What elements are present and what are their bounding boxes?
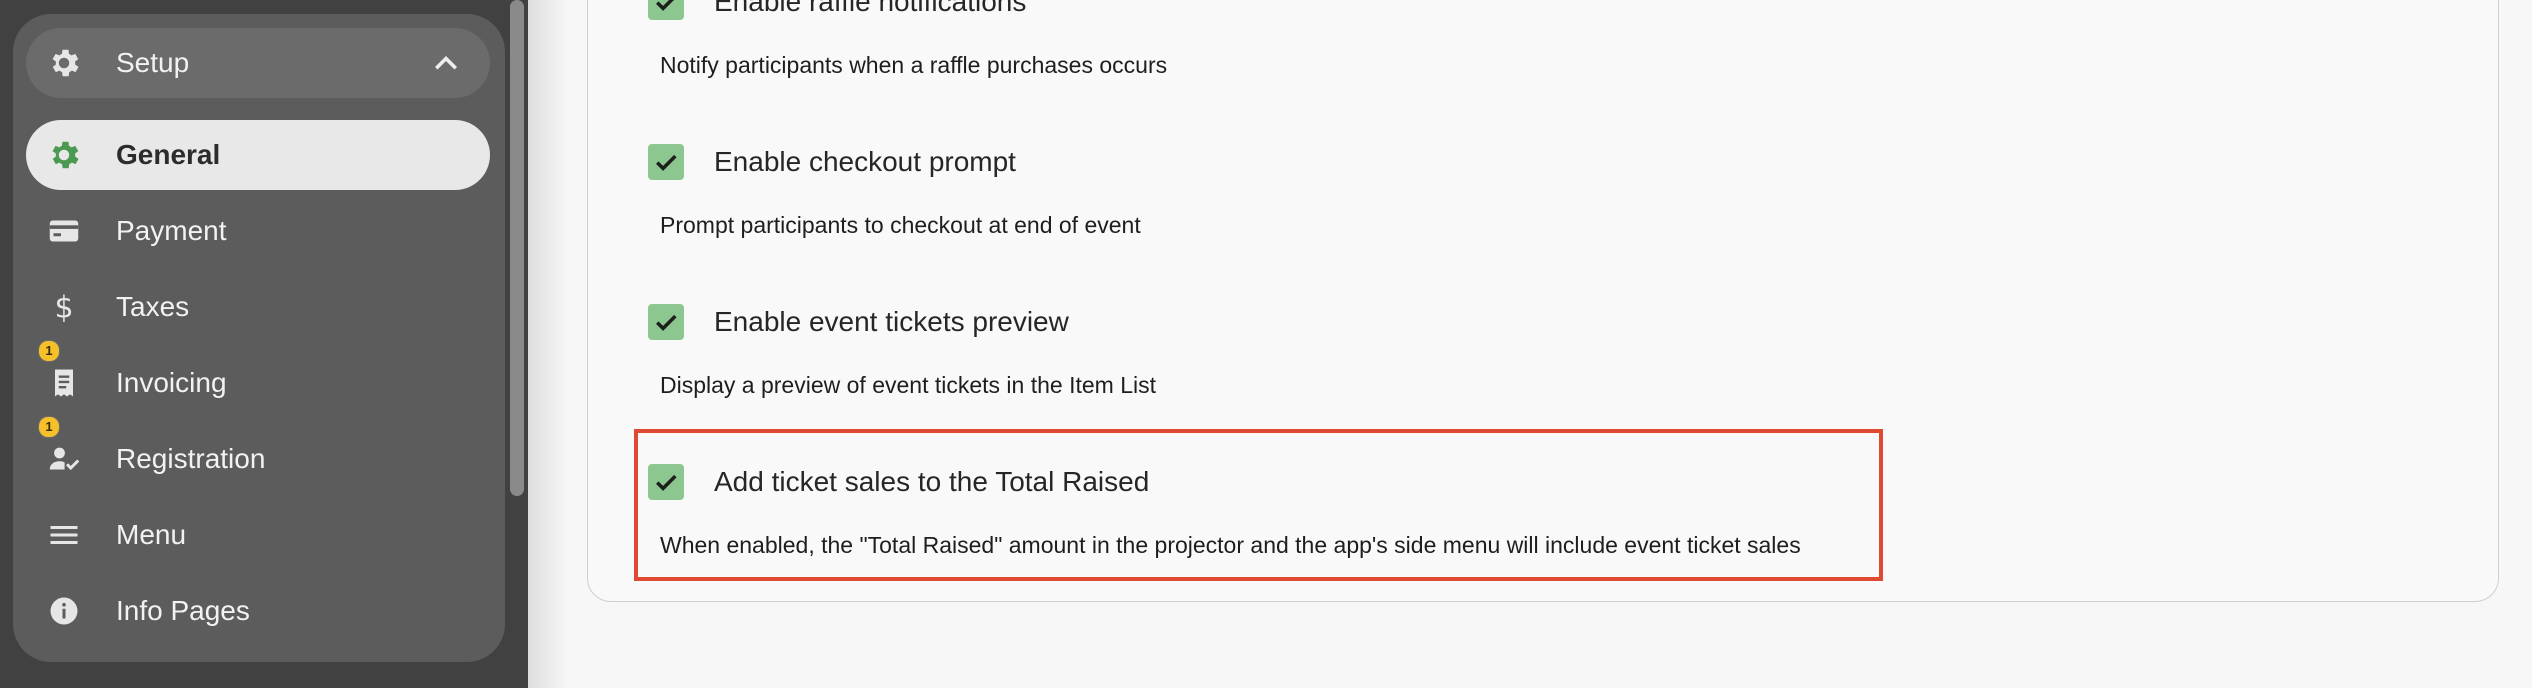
sidebar-item-label: Invoicing (116, 367, 227, 398)
sidebar-item-taxes[interactable]: $ Taxes (26, 272, 490, 342)
gear-icon (46, 45, 82, 81)
dollar-icon: $ (46, 289, 82, 326)
raffle-notifications-checkbox[interactable] (648, 0, 684, 20)
sidebar-item-payment[interactable]: Payment (26, 196, 490, 266)
sidebar-item-info-pages[interactable]: Info Pages (26, 576, 490, 646)
checkout-prompt-checkbox[interactable] (648, 144, 684, 180)
svg-text:$: $ (54, 291, 73, 326)
sidebar-item-label: Info Pages (116, 595, 250, 626)
credit-card-icon (46, 213, 82, 249)
setting-description: Prompt participants to checkout at end o… (660, 212, 1141, 238)
setting-title: Enable raffle notifications (714, 0, 1027, 17)
setting-title: Enable event tickets preview (714, 306, 1069, 337)
event-tickets-preview-checkbox[interactable] (648, 304, 684, 340)
sidebar-scrollbar[interactable] (510, 0, 524, 688)
sidebar-item-registration[interactable]: 1 Registration (26, 416, 490, 494)
setting-title: Add ticket sales to the Total Raised (714, 466, 1150, 497)
sidebar-item-label: Taxes (116, 291, 190, 322)
notification-badge: 1 (38, 416, 60, 438)
receipt-icon (46, 365, 82, 401)
sidebar-item-menu[interactable]: Menu (26, 500, 490, 570)
setup-section-label: Setup (116, 47, 190, 78)
person-check-icon (46, 441, 82, 477)
sidebar-item-label: Payment (116, 215, 227, 246)
sidebar-shadow (528, 0, 568, 688)
sidebar-item-label: Registration (116, 443, 266, 474)
sidebar-item-general[interactable]: General (26, 120, 490, 190)
hamburger-menu-icon (46, 517, 82, 553)
setting-description: When enabled, the "Total Raised" amount … (660, 532, 1801, 558)
notification-badge: 1 (38, 340, 60, 362)
setup-section-header[interactable]: Setup (26, 28, 490, 98)
gear-icon (46, 137, 82, 173)
setting-description: Notify participants when a raffle purcha… (660, 52, 1168, 78)
ticket-sales-total-raised-checkbox[interactable] (648, 464, 684, 500)
setting-description: Display a preview of event tickets in th… (660, 372, 1156, 398)
sidebar: Setup General Payment $ Taxes 1 Invoicin… (0, 0, 528, 688)
info-icon (46, 593, 82, 629)
chevron-up-icon[interactable] (428, 45, 464, 81)
sidebar-item-label: Menu (116, 519, 187, 550)
sidebar-item-invoicing[interactable]: 1 Invoicing (26, 340, 490, 418)
sidebar-scrollbar-thumb[interactable] (510, 0, 524, 496)
setting-title: Enable checkout prompt (714, 146, 1016, 177)
sidebar-item-label: General (116, 139, 221, 170)
